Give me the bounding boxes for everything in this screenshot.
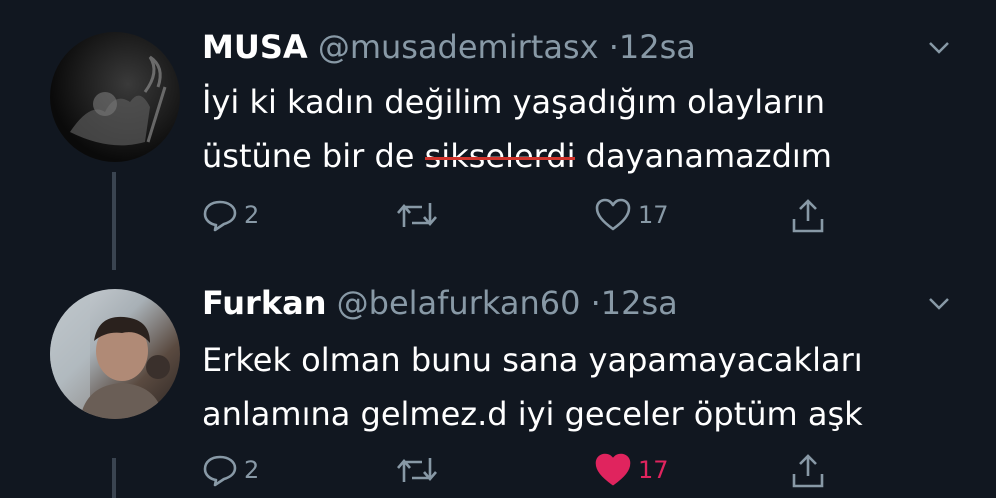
like-count: 17 xyxy=(638,456,669,484)
timestamp[interactable]: 12sa xyxy=(601,284,678,322)
share-icon xyxy=(792,454,824,488)
like-button[interactable]: 17 xyxy=(594,197,669,233)
thread-line xyxy=(112,172,116,270)
tweet[interactable]: MUSA @musademirtasx ·12sa İyi ki kadın d… xyxy=(0,0,996,270)
action-bar: 2 17 xyxy=(202,197,842,237)
separator-dot: · xyxy=(590,284,601,322)
like-icon xyxy=(595,198,631,231)
like-icon-filled xyxy=(595,453,631,486)
user-handle[interactable]: @belafurkan60 xyxy=(337,284,581,322)
tweet-text-line: anlamına gelmez.d iyi geceler öptüm aşk xyxy=(202,395,863,433)
tweet-text: İyi ki kadın değilim yaşadığım olayların… xyxy=(202,75,832,183)
chevron-down-icon[interactable] xyxy=(928,41,950,55)
tweet-text: Erkek olman bunu sana yapamayacakları an… xyxy=(202,333,863,441)
share-icon xyxy=(792,199,824,233)
strikethrough-word: sikselerdi xyxy=(424,137,576,175)
tweet-text-line: üstüne bir de sikselerdi dayanamazdım xyxy=(202,129,832,183)
like-button[interactable]: 17 xyxy=(594,452,669,488)
retweet-button[interactable] xyxy=(396,197,438,233)
avatar[interactable] xyxy=(50,289,180,419)
retweet-button[interactable] xyxy=(396,452,438,488)
reply-count: 2 xyxy=(244,201,260,229)
avatar[interactable] xyxy=(50,32,180,162)
like-count: 17 xyxy=(638,201,669,229)
reply-button[interactable]: 2 xyxy=(202,452,259,488)
action-bar: 2 17 xyxy=(202,452,842,492)
share-button[interactable] xyxy=(790,452,826,490)
tweet-header: Furkan @belafurkan60 ·12sa xyxy=(202,284,678,322)
user-handle[interactable]: @musademirtasx xyxy=(318,28,599,66)
timestamp[interactable]: 12sa xyxy=(619,28,696,66)
separator-dot: · xyxy=(608,28,619,66)
thread-line xyxy=(112,458,116,498)
display-name[interactable]: MUSA xyxy=(202,28,308,66)
reply-count: 2 xyxy=(244,456,260,484)
tweet-text-line: İyi ki kadın değilim yaşadığım olayların xyxy=(202,83,826,121)
reply-button[interactable]: 2 xyxy=(202,197,259,233)
display-name[interactable]: Furkan xyxy=(202,284,326,322)
tweet-text-segment: dayanamazdım xyxy=(575,137,832,175)
chevron-down-icon[interactable] xyxy=(928,297,950,311)
share-button[interactable] xyxy=(790,197,826,235)
reply-icon xyxy=(203,200,237,232)
tweet-header: MUSA @musademirtasx ·12sa xyxy=(202,28,696,66)
tweet-text-segment: üstüne bir de xyxy=(202,137,425,175)
tweet-text-line: Erkek olman bunu sana yapamayacakları xyxy=(202,341,863,379)
reply-icon xyxy=(203,455,237,487)
retweet-icon xyxy=(397,458,437,482)
tweet[interactable]: Furkan @belafurkan60 ·12sa Erkek olman b… xyxy=(0,270,996,498)
retweet-icon xyxy=(397,203,437,227)
